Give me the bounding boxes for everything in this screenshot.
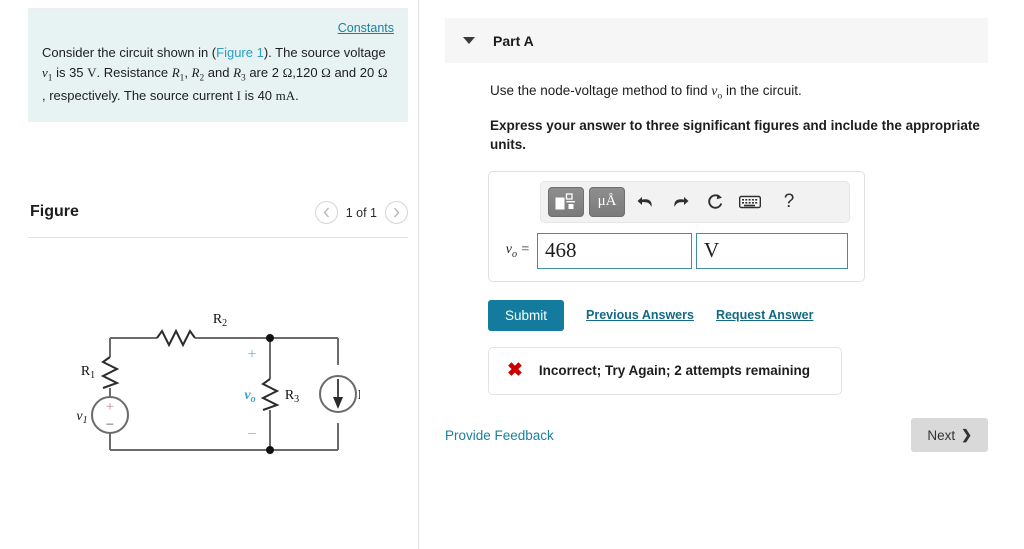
current-circuit-label: I	[358, 388, 360, 403]
problem-page: Constants Consider the circuit shown in …	[0, 0, 1024, 549]
answer-toolbar: μÅ ?	[540, 180, 850, 223]
submit-row: Submit Previous Answers Request Answer	[488, 299, 988, 331]
problem-text-part6: and	[204, 65, 234, 81]
node-bottom	[266, 446, 274, 454]
redo-icon[interactable]	[665, 187, 695, 217]
node-top	[266, 334, 274, 342]
reset-circular-arrow-icon	[707, 194, 722, 209]
milliamp-unit: mA	[275, 88, 296, 104]
help-icon[interactable]: ?	[774, 187, 804, 217]
r1-symbol: R1	[171, 65, 185, 84]
submit-button[interactable]: Submit	[488, 299, 565, 331]
part-a-header[interactable]: Part A	[445, 18, 988, 63]
figure-divider	[28, 237, 408, 238]
problem-info-box: Constants Consider the circuit shown in …	[28, 8, 408, 123]
r2-circuit-label: R2	[213, 312, 227, 329]
page-footer: Provide Feedback Next ❯	[445, 418, 988, 452]
math-template-button[interactable]	[548, 186, 584, 217]
question-text-part2: in the circuit.	[722, 83, 802, 98]
undo-icon[interactable]	[630, 187, 660, 217]
panel-divider	[418, 0, 419, 549]
feedback-box: ✖ Incorrect; Try Again; 2 attempts remai…	[488, 346, 842, 395]
keyboard-glyph-icon	[739, 195, 761, 209]
right-panel: Part A Use the node-voltage method to fi…	[445, 18, 988, 395]
caret-down-icon[interactable]	[463, 37, 475, 44]
answer-panel: μÅ ? vo = 468 V	[488, 170, 865, 282]
question-prompt: Use the node-voltage method to find vo i…	[490, 83, 988, 102]
chevron-left-icon	[323, 207, 329, 218]
vo-circuit-label: vo	[244, 388, 255, 405]
figure-title: Figure	[30, 203, 79, 220]
problem-text-part12: .	[295, 88, 299, 104]
chevron-right-icon	[393, 207, 400, 218]
ohm-unit-2: Ω	[321, 65, 331, 81]
figure-next-button[interactable]	[385, 201, 408, 224]
reset-icon[interactable]	[700, 187, 730, 217]
r1-circuit-label: R1	[81, 364, 95, 381]
provide-feedback-link[interactable]: Provide Feedback	[445, 428, 554, 443]
problem-text-part4: . Resistance	[96, 65, 172, 81]
chevron-right-icon: ❯	[961, 427, 972, 442]
volt-unit: V	[87, 65, 97, 81]
problem-text-part7: are 2	[245, 65, 283, 81]
next-button-label: Next	[927, 427, 956, 443]
incorrect-x-icon: ✖	[507, 360, 523, 382]
problem-text-part11: is 40	[240, 88, 276, 104]
problem-text-part10: , respectively. The source current	[42, 88, 237, 104]
problem-text-part5: ,	[184, 65, 192, 81]
r3-symbol: R3	[233, 65, 246, 84]
figure-navigation: 1 of 1	[314, 201, 408, 224]
figure-1-link[interactable]: Figure 1	[216, 45, 264, 60]
problem-text-part9: and 20	[330, 65, 378, 81]
constants-link[interactable]: Constants	[42, 21, 394, 35]
figure-header: Figure 1 of 1	[28, 198, 408, 238]
vo-plus-label: +	[247, 346, 256, 363]
r3-circuit-label: R3	[285, 388, 299, 405]
vo-question-symbol: vo	[711, 83, 723, 102]
part-a-title: Part A	[493, 32, 534, 49]
source-plus-label: +	[106, 399, 114, 415]
circuit-svg: + − R2 R1 R3 v1 I + vo −	[76, 312, 363, 454]
redo-arrow-icon	[673, 196, 688, 207]
v1-circuit-label: v1	[76, 409, 87, 426]
undo-arrow-icon	[637, 196, 652, 207]
source-minus-label: −	[106, 417, 114, 433]
left-panel: Constants Consider the circuit shown in …	[28, 8, 408, 123]
question-text-part1: Use the node-voltage method to find	[490, 83, 712, 98]
problem-statement: Consider the circuit shown in (Figure 1)…	[42, 43, 394, 106]
answer-row: vo =	[499, 232, 854, 269]
ohm-unit-1: Ω	[282, 65, 293, 81]
answer-label: vo =	[505, 241, 530, 260]
request-answer-link[interactable]: Request Answer	[716, 308, 813, 322]
units-button[interactable]: μÅ	[589, 186, 625, 217]
previous-answers-link[interactable]: Previous Answers	[586, 308, 694, 322]
answer-unit-input[interactable]	[696, 232, 848, 269]
feedback-message: Incorrect; Try Again; 2 attempts remaini…	[538, 363, 810, 379]
answer-value-input[interactable]	[537, 232, 692, 269]
problem-text-part2: ). The source voltage	[263, 45, 386, 60]
circuit-diagram: + − R2 R1 R3 v1 I + vo −	[60, 305, 363, 470]
figure-prev-button[interactable]	[314, 201, 338, 224]
next-button[interactable]: Next ❯	[911, 418, 988, 452]
keyboard-icon[interactable]	[735, 187, 765, 217]
math-template-icon	[555, 193, 575, 210]
problem-text-part8: ,120	[292, 65, 322, 81]
problem-text-part1: Consider the circuit shown in (	[42, 45, 217, 60]
vo-minus-label: −	[247, 426, 256, 443]
problem-text-part3: is 35	[52, 65, 88, 81]
ohm-unit-3: Ω	[377, 65, 388, 81]
answer-instruction: Express your answer to three significant…	[490, 117, 980, 153]
v1-symbol: v1	[42, 65, 53, 84]
r2-symbol: R2	[191, 65, 205, 84]
figure-count: 1 of 1	[345, 205, 377, 220]
